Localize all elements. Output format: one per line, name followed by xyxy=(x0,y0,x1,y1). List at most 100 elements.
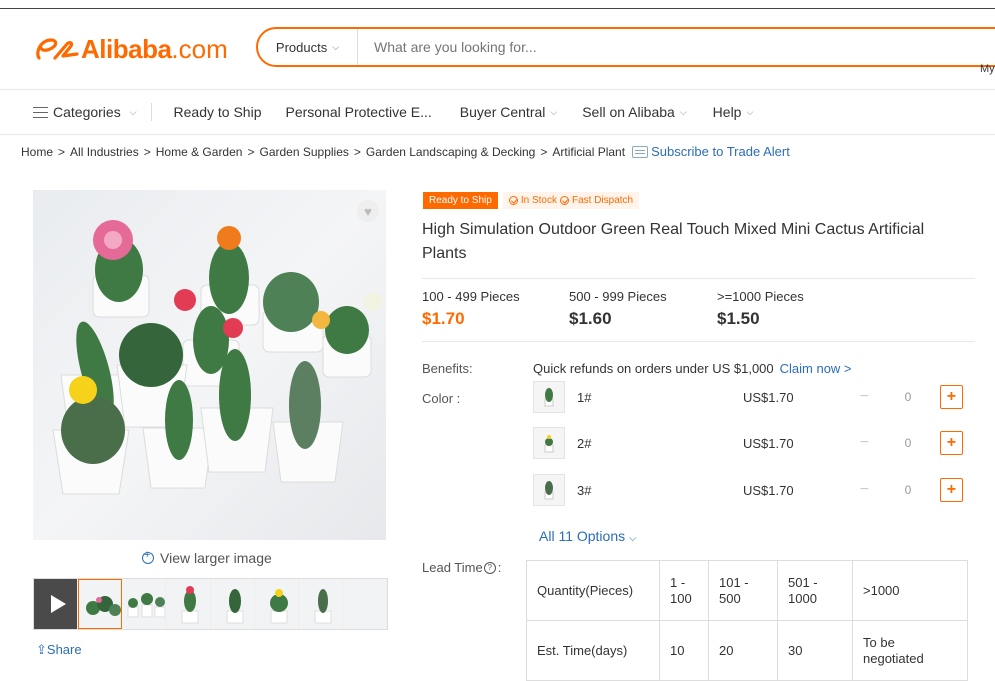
product-title: High Simulation Outdoor Green Real Touch… xyxy=(422,221,925,262)
table-cell: 30 xyxy=(777,620,853,681)
favorite-heart-icon[interactable]: ♥ xyxy=(357,200,379,222)
divider xyxy=(422,341,975,342)
claim-now-link[interactable]: Claim now > xyxy=(780,361,852,376)
product-main-image[interactable] xyxy=(33,190,386,540)
lead-time-text: Lead Time xyxy=(422,560,483,575)
chevron-down-icon: ⌵ xyxy=(332,41,340,52)
price-tier-range: 500 - 999 Pieces xyxy=(569,289,667,304)
benefits-description: Quick refunds on orders under US $1,000 xyxy=(533,361,774,376)
thumbnail-image-1[interactable] xyxy=(78,579,123,629)
cactus-thumbnail-icon xyxy=(544,435,554,453)
quantity-input[interactable] xyxy=(875,430,940,456)
thumbnail-video[interactable] xyxy=(34,579,79,629)
cactus-thumbnail-icon xyxy=(544,388,554,407)
price-tier-price: $1.60 xyxy=(569,309,612,328)
cactus-thumbnail-icon xyxy=(269,589,288,624)
chevron-down-icon: ⌵ xyxy=(746,106,754,117)
search-category-dropdown[interactable]: Products ⌵ xyxy=(258,29,358,65)
share-link[interactable]: ⇪Share xyxy=(36,642,82,658)
increase-quantity-button[interactable]: + xyxy=(939,385,963,409)
nav-item-ppe[interactable]: Personal Protective E... xyxy=(285,104,431,120)
color-option-price: US$1.70 xyxy=(743,390,794,405)
chevron-down-icon: ⌵ xyxy=(629,533,637,544)
cactus-thumbnail-icon xyxy=(127,593,166,618)
color-option-thumbnail[interactable] xyxy=(533,474,565,506)
quantity-input[interactable] xyxy=(875,477,940,503)
cactus-product-illustration xyxy=(52,220,382,495)
thumbnail-image-7[interactable] xyxy=(342,579,387,629)
breadcrumb-all-industries[interactable]: All Industries xyxy=(70,145,139,159)
search-category-label: Products xyxy=(275,39,328,55)
categories-menu[interactable]: Categories ⌵ xyxy=(33,104,137,120)
color-option-thumbnail[interactable] xyxy=(533,381,565,413)
nav-item-sell-on-alibaba[interactable]: Sell on Alibaba ⌵ xyxy=(582,104,686,120)
nav-divider xyxy=(150,103,152,121)
view-larger-label: View larger image xyxy=(160,550,272,566)
cactus-thumbnail-icon xyxy=(181,586,199,624)
nav-item-buyer-central[interactable]: Buyer Central ⌵ xyxy=(460,104,557,120)
decrease-quantity-button[interactable]: − xyxy=(853,478,876,502)
nav-item-help[interactable]: Help ⌵ xyxy=(713,104,754,120)
categories-label: Categories xyxy=(53,104,121,120)
breadcrumb-separator: > xyxy=(353,144,361,159)
price-tier-range: 100 - 499 Pieces xyxy=(422,289,520,304)
quantity-stepper: − + xyxy=(853,384,963,410)
chevron-down-icon: ⌵ xyxy=(679,106,687,117)
thumbnail-image-4[interactable] xyxy=(210,579,255,629)
decrease-quantity-button[interactable]: − xyxy=(853,385,876,409)
subscribe-trade-alert-link[interactable]: Subscribe to Trade Alert xyxy=(651,144,790,159)
increase-quantity-button[interactable]: + xyxy=(939,478,963,502)
search-input[interactable] xyxy=(372,38,936,56)
increase-quantity-button[interactable]: + xyxy=(939,431,963,455)
table-row: Quantity(Pieces) 1 - 100 101 - 500 501 -… xyxy=(526,560,968,621)
color-option-price: US$1.70 xyxy=(743,436,794,451)
quantity-input[interactable] xyxy=(875,384,940,410)
nav-item-label: Ready to Ship xyxy=(173,104,262,120)
my-alibaba-link[interactable]: My xyxy=(980,63,995,75)
check-circle-icon xyxy=(508,196,518,205)
breadcrumb-separator: > xyxy=(58,144,66,159)
chevron-down-icon: ⌵ xyxy=(550,106,558,117)
cactus-thumbnail-icon xyxy=(226,589,244,624)
breadcrumb-home-garden[interactable]: Home & Garden xyxy=(156,145,243,159)
table-cell: To be negotiated xyxy=(852,620,968,681)
thumbnail-strip xyxy=(33,578,388,630)
fast-dispatch-label: Fast Dispatch xyxy=(571,195,634,206)
nav-item-label: Help xyxy=(712,104,742,120)
thumbnail-image-2[interactable] xyxy=(122,579,167,629)
color-option-name: 1# xyxy=(577,390,592,405)
thumbnail-image-3[interactable] xyxy=(166,579,211,629)
color-option-thumbnail[interactable] xyxy=(533,427,565,459)
category-nav: Categories ⌵ Ready to Ship Personal Prot… xyxy=(0,90,995,135)
color-option-price: US$1.70 xyxy=(743,483,794,498)
alibaba-logo[interactable]: Alibaba .com xyxy=(33,33,228,65)
lead-time-label: Lead Time?: xyxy=(422,560,502,575)
color-option-name: 2# xyxy=(577,436,592,451)
in-stock-badge: In Stock Fast Dispatch xyxy=(502,192,640,209)
quantity-stepper: − + xyxy=(853,430,963,456)
logo-domain: .com xyxy=(171,33,228,64)
price-tier-price: $1.70 xyxy=(422,309,465,328)
thumbnail-image-5[interactable] xyxy=(254,579,299,629)
price-tier-price: $1.50 xyxy=(717,309,760,328)
in-stock-label: In Stock xyxy=(520,195,557,206)
breadcrumb-home[interactable]: Home xyxy=(21,145,53,159)
table-cell: 10 xyxy=(659,620,709,681)
breadcrumb-artificial-plant[interactable]: Artificial Plant xyxy=(552,145,625,159)
decrease-quantity-button[interactable]: − xyxy=(853,431,876,455)
divider xyxy=(422,278,975,279)
help-question-icon[interactable]: ? xyxy=(483,561,496,574)
table-cell: 501 - 1000 xyxy=(777,560,853,621)
search-bar: Products ⌵ xyxy=(256,27,995,67)
price-tier-3: >=1000 Pieces $1.50 xyxy=(717,289,804,329)
breadcrumb-garden-landscaping[interactable]: Garden Landscaping & Decking xyxy=(366,145,535,159)
quantity-stepper: − + xyxy=(853,477,963,503)
price-tier-1: 100 - 499 Pieces $1.70 xyxy=(422,289,520,329)
breadcrumb-garden-supplies[interactable]: Garden Supplies xyxy=(259,145,348,159)
nav-item-label: Personal Protective E... xyxy=(285,104,432,120)
view-larger-image-link[interactable]: View larger image xyxy=(142,549,272,566)
thumbnail-image-6[interactable] xyxy=(298,579,343,629)
cactus-thumbnail-icon xyxy=(544,481,554,500)
all-options-toggle[interactable]: All 11 Options ⌵ xyxy=(539,528,637,544)
nav-item-ready-to-ship[interactable]: Ready to Ship xyxy=(174,104,262,120)
